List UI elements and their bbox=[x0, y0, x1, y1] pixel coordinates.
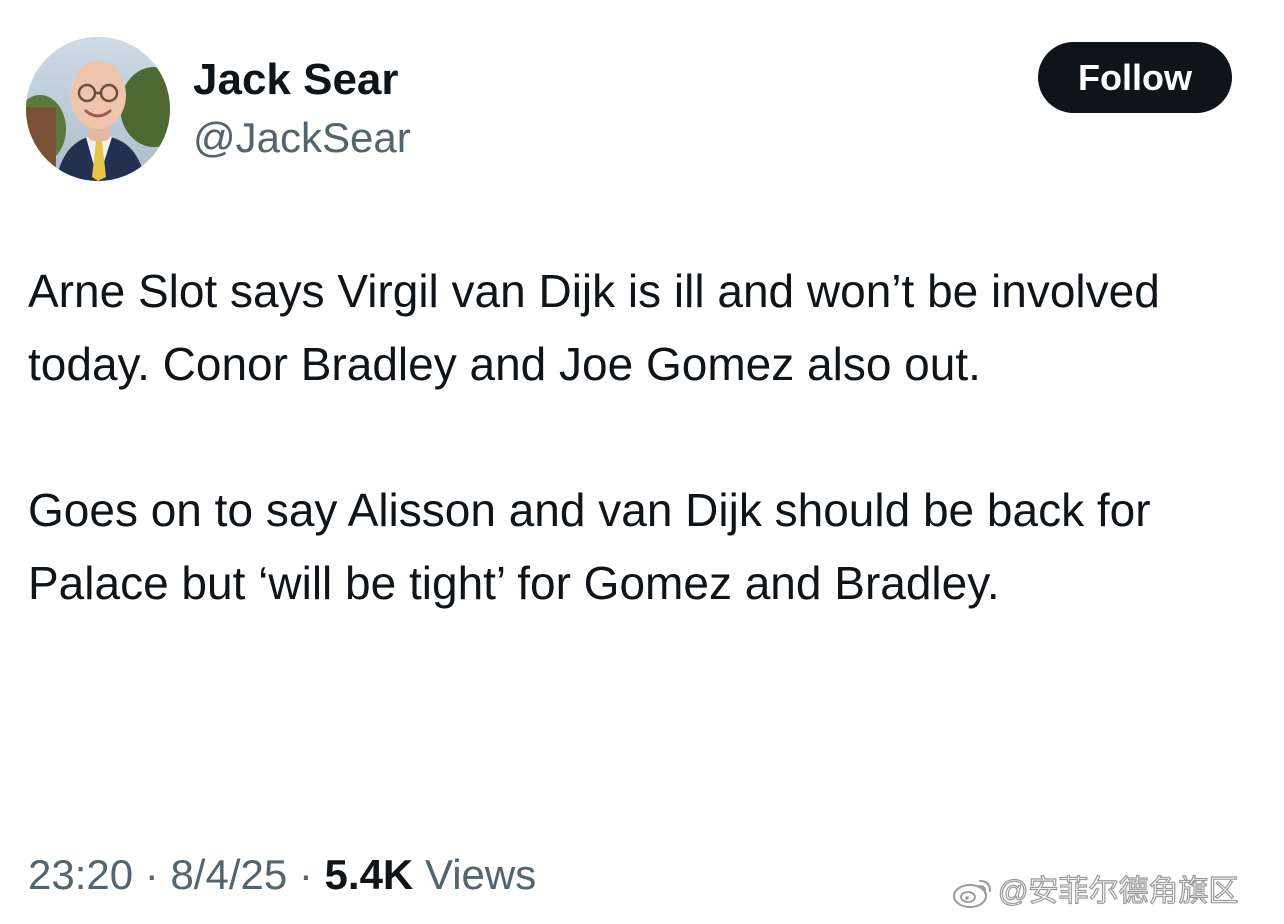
views-count[interactable]: 5.4K bbox=[325, 851, 414, 898]
watermark-text: @安菲尔德角旗区 bbox=[997, 874, 1239, 908]
meta-separator: · bbox=[298, 851, 325, 898]
author-display-name[interactable]: Jack Sear bbox=[193, 52, 411, 108]
follow-button[interactable]: Follow bbox=[1038, 42, 1232, 113]
watermark: @安菲尔德角旗区 bbox=[952, 870, 1239, 914]
tweet-paragraph: Arne Slot says Virgil van Dijk is ill an… bbox=[28, 265, 1160, 390]
tweet-time[interactable]: 23:20 bbox=[28, 851, 133, 898]
tweet-paragraph: Goes on to say Alisson and van Dijk shou… bbox=[28, 484, 1151, 609]
avatar[interactable] bbox=[26, 37, 170, 181]
author-handle[interactable]: @JackSear bbox=[193, 108, 411, 168]
meta-separator: · bbox=[144, 851, 171, 898]
views-label: Views bbox=[424, 851, 537, 898]
tweet-text: Arne Slot says Virgil van Dijk is ill an… bbox=[28, 255, 1258, 620]
tweet-date[interactable]: 8/4/25 bbox=[170, 851, 287, 898]
avatar-photo bbox=[26, 37, 170, 181]
tweet-card: Jack Sear @JackSear Follow Arne Slot say… bbox=[0, 0, 1284, 924]
weibo-icon bbox=[953, 880, 991, 908]
tweet-meta: 23:20 · 8/4/25 · 5.4K Views bbox=[28, 848, 536, 902]
author-info: Jack Sear @JackSear bbox=[193, 52, 411, 168]
